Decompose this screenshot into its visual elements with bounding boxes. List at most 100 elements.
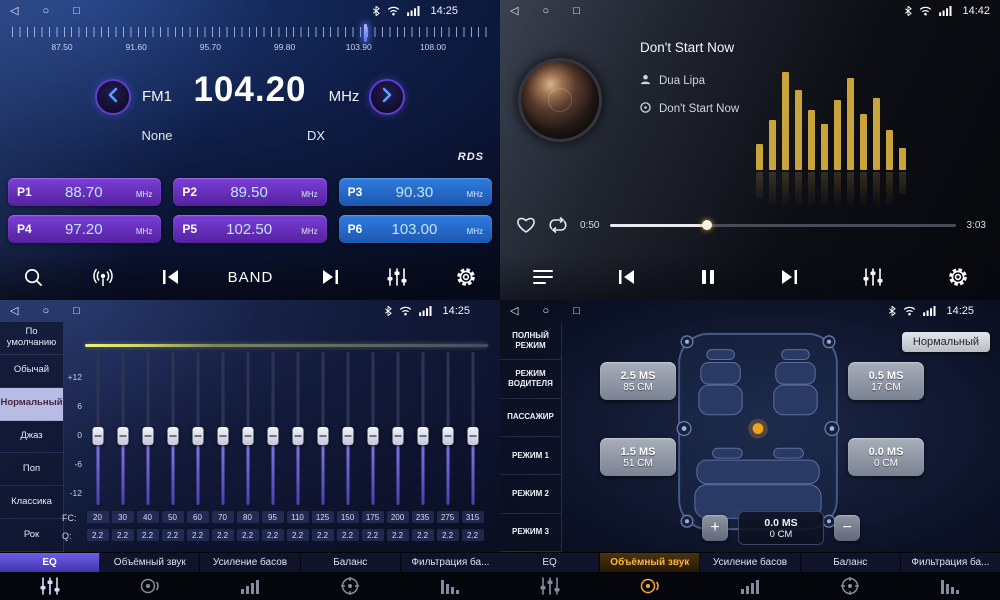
eq-tab-icon[interactable]: [0, 576, 100, 596]
eq-preset-default[interactable]: По умолчанию: [0, 322, 63, 355]
mode-1[interactable]: РЕЖИМ 1: [500, 437, 561, 475]
eq-band-slider[interactable]: [435, 352, 460, 505]
eq-slider-handle[interactable]: [317, 427, 328, 445]
eq-slider-handle[interactable]: [217, 427, 228, 445]
balance-target-icon[interactable]: [800, 576, 900, 596]
eq-slider-handle[interactable]: [267, 427, 278, 445]
tab-bass-boost[interactable]: Усиление басов: [700, 553, 800, 572]
seek-bar-knob[interactable]: [702, 220, 712, 230]
mode-2[interactable]: РЕЖИМ 2: [500, 475, 561, 513]
surround-speaker-icon[interactable]: [100, 577, 200, 595]
eq-slider-handle[interactable]: [292, 427, 303, 445]
eq-preset-pop[interactable]: Поп: [0, 453, 63, 486]
tab-surround[interactable]: Объёмный звук: [100, 553, 200, 572]
recents-icon[interactable]: □: [73, 0, 80, 22]
seek-bar[interactable]: [610, 224, 955, 227]
back-icon[interactable]: ◁: [10, 300, 18, 322]
tab-bass-boost[interactable]: Усиление басов: [200, 553, 300, 572]
eq-band-slider[interactable]: [210, 352, 235, 505]
preset-p2[interactable]: P2 89.50 MHz: [173, 178, 326, 206]
eq-preset-normal[interactable]: Нормальный: [0, 388, 63, 421]
eq-preset-custom[interactable]: Обычай: [0, 355, 63, 388]
decrease-delay-button[interactable]: −: [834, 515, 860, 541]
back-icon[interactable]: ◁: [10, 0, 18, 22]
bass-boost-icon[interactable]: [200, 577, 300, 595]
eq-band-slider[interactable]: [185, 352, 210, 505]
equalizer-sliders-icon[interactable]: [386, 267, 408, 287]
tab-filter[interactable]: Фильтрация ба...: [401, 553, 500, 572]
preset-p3[interactable]: P3 90.30 MHz: [339, 178, 492, 206]
bass-filter-icon[interactable]: [900, 577, 1000, 595]
bass-boost-icon[interactable]: [700, 577, 800, 595]
frequency-ruler[interactable]: [12, 27, 488, 37]
tab-eq[interactable]: EQ: [0, 553, 100, 572]
eq-band-slider[interactable]: [85, 352, 110, 505]
increase-delay-button[interactable]: +: [702, 515, 728, 541]
eq-band-slider[interactable]: [135, 352, 160, 505]
playlist-icon[interactable]: [532, 268, 554, 286]
recents-icon[interactable]: □: [573, 0, 580, 22]
eq-slider-handle[interactable]: [192, 427, 203, 445]
eq-band-slider[interactable]: [110, 352, 135, 505]
eq-slider-handle[interactable]: [142, 427, 153, 445]
delay-rear-left[interactable]: 1.5 MS 51 CM: [600, 438, 676, 476]
sound-profile-button[interactable]: Нормальный: [902, 332, 990, 352]
back-icon[interactable]: ◁: [510, 0, 518, 22]
tab-balance[interactable]: Баланс: [801, 553, 901, 572]
eq-slider-handle[interactable]: [417, 427, 428, 445]
settings-gear-icon[interactable]: [455, 266, 477, 288]
tune-up-button[interactable]: [369, 79, 405, 115]
eq-slider-handle[interactable]: [167, 427, 178, 445]
eq-slider-handle[interactable]: [442, 427, 453, 445]
tab-filter[interactable]: Фильтрация ба...: [901, 553, 1000, 572]
preset-p5[interactable]: P5 102.50 MHz: [173, 215, 326, 243]
recents-icon[interactable]: □: [73, 300, 80, 322]
balance-target-icon[interactable]: [300, 576, 400, 596]
eq-band-slider[interactable]: [335, 352, 360, 505]
eq-preset-rock[interactable]: Рок: [0, 519, 63, 552]
home-icon[interactable]: ○: [42, 0, 49, 22]
previous-track-icon[interactable]: [161, 268, 181, 286]
favorite-heart-icon[interactable]: [516, 216, 536, 234]
eq-slider-handle[interactable]: [242, 427, 253, 445]
tab-surround[interactable]: Объёмный звук: [600, 553, 700, 572]
delay-front-right[interactable]: 0.5 MS 17 CM: [848, 362, 924, 400]
repeat-icon[interactable]: [547, 216, 569, 234]
previous-track-icon[interactable]: [617, 268, 637, 286]
eq-band-slider[interactable]: [360, 352, 385, 505]
home-icon[interactable]: ○: [42, 300, 49, 322]
mode-driver[interactable]: РЕЖИМ ВОДИТЕЛЯ: [500, 360, 561, 398]
eq-band-slider[interactable]: [260, 352, 285, 505]
eq-band-slider[interactable]: [460, 352, 485, 505]
bass-filter-icon[interactable]: [400, 577, 500, 595]
eq-band-slider[interactable]: [160, 352, 185, 505]
eq-band-slider[interactable]: [235, 352, 260, 505]
eq-slider-handle[interactable]: [92, 427, 103, 445]
home-icon[interactable]: ○: [542, 300, 549, 322]
home-icon[interactable]: ○: [542, 0, 549, 22]
eq-slider-handle[interactable]: [467, 427, 478, 445]
preset-p4[interactable]: P4 97.20 MHz: [8, 215, 161, 243]
eq-band-slider[interactable]: [310, 352, 335, 505]
broadcast-antenna-icon[interactable]: [91, 268, 115, 287]
eq-preset-jazz[interactable]: Джаз: [0, 421, 63, 454]
delay-rear-right[interactable]: 0.0 MS 0 CM: [848, 438, 924, 476]
surround-speaker-icon[interactable]: [600, 577, 700, 595]
preset-p1[interactable]: P1 88.70 MHz: [8, 178, 161, 206]
eq-slider-handle[interactable]: [117, 427, 128, 445]
mode-full[interactable]: ПОЛНЫЙ РЕЖИМ: [500, 322, 561, 360]
tune-down-button[interactable]: [95, 79, 131, 115]
eq-band-slider[interactable]: [385, 352, 410, 505]
tab-balance[interactable]: Баланс: [301, 553, 401, 572]
eq-slider-handle[interactable]: [367, 427, 378, 445]
eq-preset-classic[interactable]: Классика: [0, 486, 63, 519]
band-button[interactable]: BAND: [228, 269, 274, 286]
preset-p6[interactable]: P6 103.00 MHz: [339, 215, 492, 243]
delay-front-left[interactable]: 2.5 MS 85 CM: [600, 362, 676, 400]
eq-tab-icon[interactable]: [500, 576, 600, 596]
frequency-pointer[interactable]: [364, 24, 367, 42]
tab-eq[interactable]: EQ: [500, 553, 600, 572]
eq-slider-handle[interactable]: [342, 427, 353, 445]
eq-band-slider[interactable]: [285, 352, 310, 505]
recents-icon[interactable]: □: [573, 300, 580, 322]
